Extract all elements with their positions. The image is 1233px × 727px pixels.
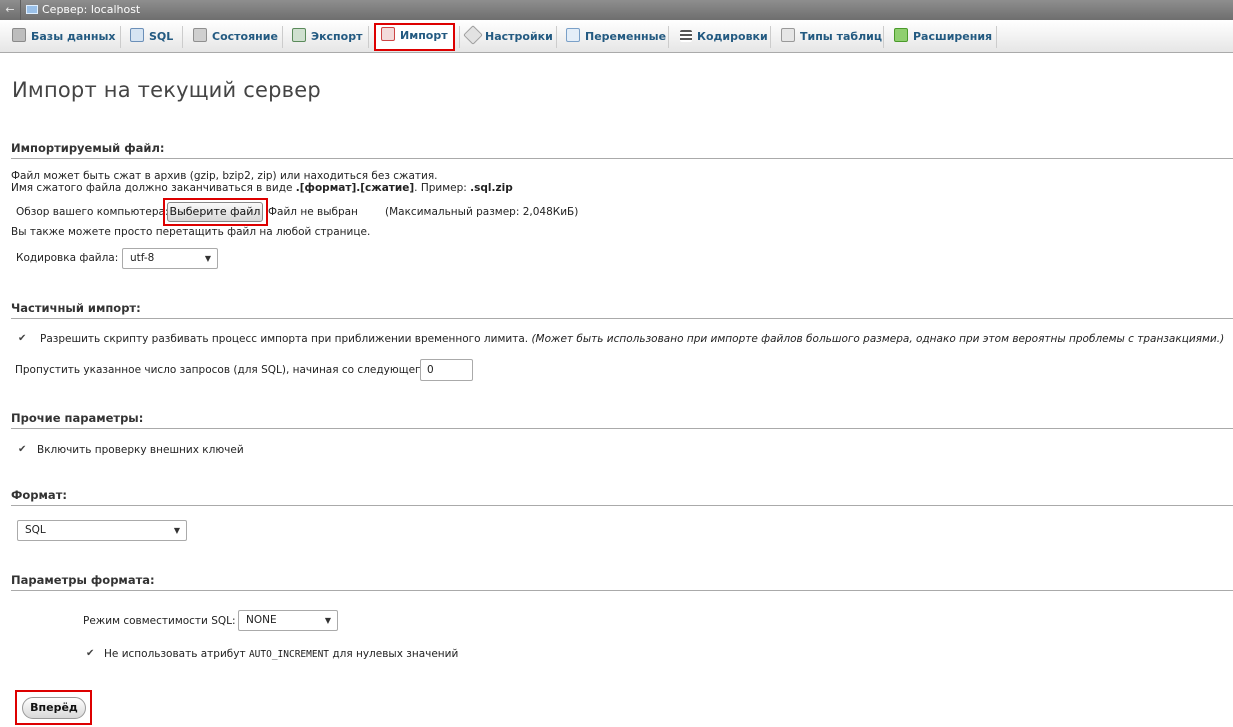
variables-icon [566, 28, 580, 42]
fk-checks-label: Включить проверку внешних ключей [37, 444, 244, 456]
tab-charsets[interactable]: Кодировки [680, 24, 768, 50]
status-icon [193, 28, 207, 42]
main-tabs: Базы данных SQL Состояние Экспорт Импорт… [0, 20, 1233, 53]
tab-export[interactable]: Экспорт [292, 24, 362, 50]
breadcrumb-server[interactable]: Сервер: localhost [42, 4, 140, 16]
tab-plugins[interactable]: Расширения [894, 24, 992, 50]
tab-engines[interactable]: Типы таблиц [781, 24, 882, 50]
skip-queries-label: Пропустить указанное число запросов (для… [15, 364, 431, 376]
chevron-down-icon: ▼ [173, 526, 180, 535]
charset-label: Кодировка файла: [16, 252, 119, 264]
allow-interrupt-label: Разрешить скрипту разбивать процесс импо… [40, 333, 1225, 345]
tab-databases[interactable]: Базы данных [12, 24, 116, 50]
section-format-title: Формат: [11, 488, 1233, 506]
export-icon [292, 28, 306, 42]
go-button[interactable]: Вперёд [22, 697, 86, 719]
format-select[interactable]: SQL ▼ [17, 520, 187, 541]
section-file-title: Импортируемый файл: [11, 141, 1233, 159]
page-title: Импорт на текущий сервер [12, 78, 321, 102]
section-other-title: Прочие параметры: [11, 411, 1233, 429]
no-file-label: Файл не выбран [268, 206, 358, 218]
tab-sql[interactable]: SQL [130, 24, 173, 50]
tab-settings[interactable]: Настройки [463, 24, 553, 50]
file-desc-2: Имя сжатого файла должно заканчиваться в… [11, 182, 513, 194]
chevron-down-icon: ▼ [324, 616, 331, 625]
no-auto-value-label: Не использовать атрибут AUTO_INCREMENT д… [104, 648, 459, 660]
sql-icon [130, 28, 144, 42]
server-icon [26, 5, 38, 14]
back-arrow-icon[interactable]: ← [0, 0, 21, 20]
section-partial-title: Частичный импорт: [11, 301, 1233, 319]
import-icon [381, 27, 395, 41]
drag-hint: Вы также можете просто перетащить файл н… [11, 226, 371, 238]
tab-status[interactable]: Состояние [193, 24, 278, 50]
compat-label: Режим совместимости SQL: [83, 615, 236, 627]
tab-variables[interactable]: Переменные [566, 24, 666, 50]
engines-icon [781, 28, 795, 42]
browse-label: Обзор вашего компьютера: [16, 206, 169, 218]
file-desc-1: Файл может быть сжат в архив (gzip, bzip… [11, 170, 438, 182]
max-size-label: (Максимальный размер: 2,048КиБ) [385, 206, 579, 218]
chevron-down-icon: ▼ [204, 254, 211, 263]
allow-interrupt-checkbox[interactable]: ✔ [18, 334, 26, 344]
charset-select[interactable]: utf-8 ▼ [122, 248, 218, 269]
tab-import[interactable]: Импорт [374, 23, 455, 51]
section-format-options-title: Параметры формата: [11, 573, 1233, 591]
plugin-icon [894, 28, 908, 42]
compat-select[interactable]: NONE ▼ [238, 610, 338, 631]
no-auto-value-checkbox[interactable]: ✔ [86, 649, 94, 659]
skip-queries-input[interactable]: 0 [420, 359, 473, 381]
fk-checks-checkbox[interactable]: ✔ [18, 445, 26, 455]
highlight-choose-file [163, 198, 268, 226]
charset-icon [680, 30, 692, 42]
wrench-icon [463, 25, 483, 45]
server-bar: ← Сервер: localhost [0, 0, 1233, 20]
database-icon [12, 28, 26, 42]
